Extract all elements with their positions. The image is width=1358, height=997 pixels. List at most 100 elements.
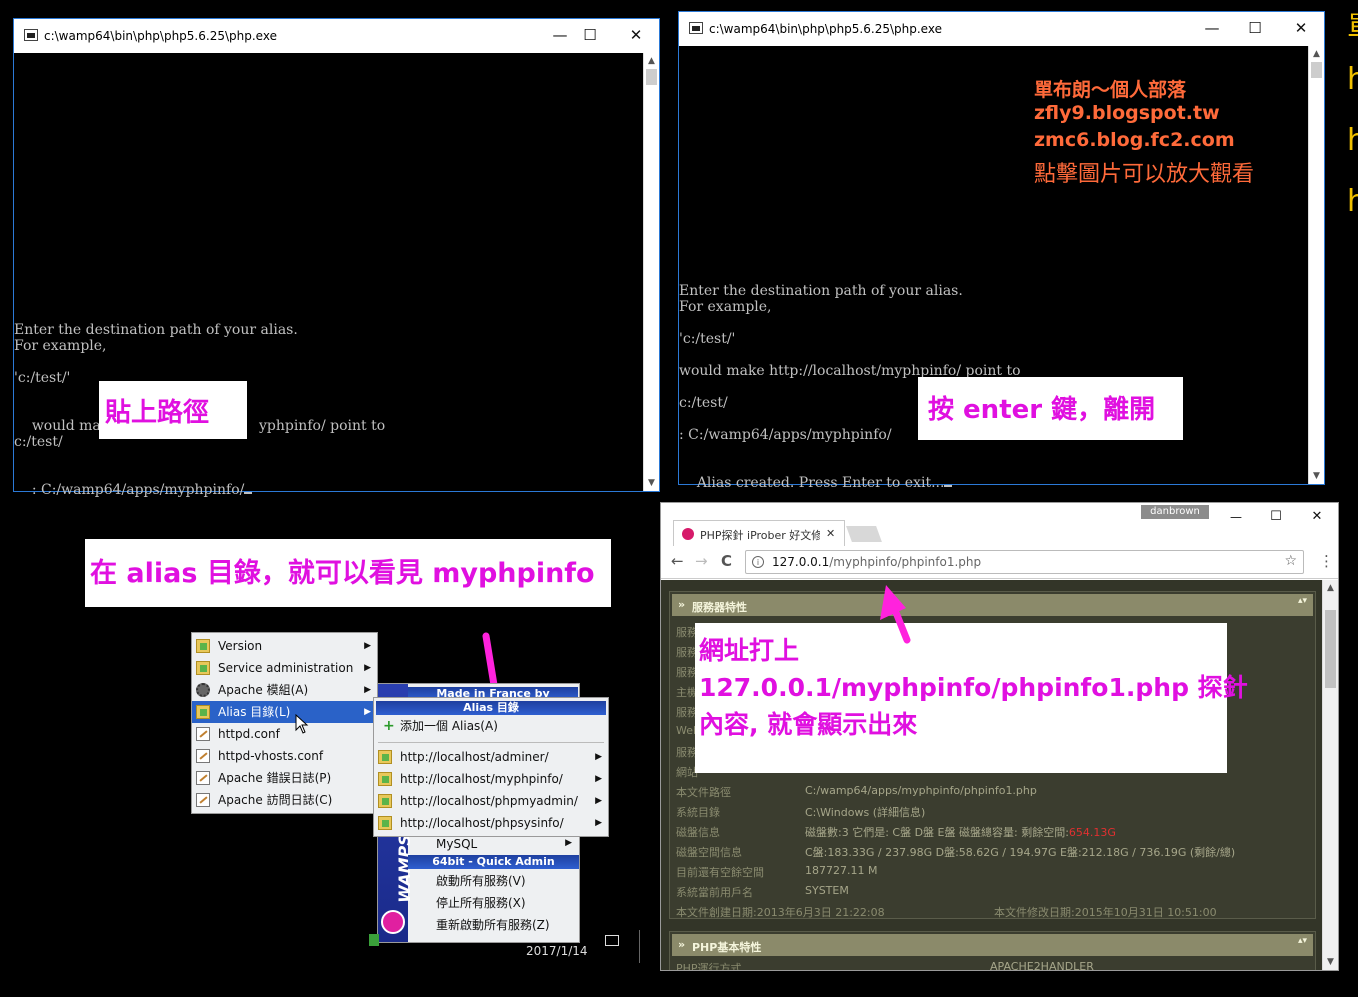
scroll-thumb[interactable] <box>646 69 657 85</box>
watermark-line: zfly9.blogspot.tw <box>1034 102 1220 124</box>
minimize-button[interactable]: — <box>545 25 575 45</box>
mouse-cursor-icon <box>295 714 309 734</box>
console-input-line[interactable]: Alias created. Press Enter to exit... <box>679 459 953 507</box>
close-button[interactable]: ✕ <box>1286 18 1316 38</box>
scroll-up-icon[interactable]: ▲ <box>644 56 659 66</box>
alias-item-phpsysinfo[interactable]: http://localhost/phpsysinfo/ ▶ <box>374 812 608 834</box>
back-button[interactable]: ← <box>671 552 684 570</box>
alias-item-myphpinfo[interactable]: http://localhost/myphpinfo/ ▶ <box>374 768 608 790</box>
watermark-line: zmc6.blog.fc2.com <box>1034 129 1235 151</box>
collapse-icon[interactable]: ▴▾ <box>1298 596 1307 606</box>
page-scrollbar[interactable]: ▲ ▼ <box>1322 580 1338 970</box>
menu-item-version[interactable]: Version ▶ <box>192 635 377 657</box>
menu-item-label: Apache 錯誤日誌(P) <box>218 771 332 785</box>
minimize-button[interactable]: — <box>1221 507 1251 527</box>
watermark-line: 點擊圖片可以放大觀看 <box>1034 162 1255 187</box>
label-text: 網址打上 <box>699 636 800 665</box>
console-scrollbar[interactable]: ▲ ▼ <box>1308 46 1324 484</box>
text-cursor <box>244 492 253 494</box>
url-path: /myphpinfo/phpinfo1.php <box>829 555 982 569</box>
alias-item-phpmyadmin[interactable]: http://localhost/phpmyadmin/ ▶ <box>374 790 608 812</box>
maximize-button[interactable]: ☐ <box>1240 18 1270 38</box>
row-key: 本文件路徑 <box>676 786 731 799</box>
submenu-arrow-icon: ▶ <box>595 818 602 828</box>
menu-item-label: httpd.conf <box>218 727 280 741</box>
tab-close-icon[interactable]: ✕ <box>826 527 835 540</box>
console-scrollbar[interactable]: ▲ ▼ <box>643 53 659 491</box>
row-value: C:/wamp64/apps/myphpinfo/phpinfo1.php <box>805 784 1037 797</box>
taskbar-fragment: 2017/1/14 <box>365 930 645 965</box>
row-key: 系統目錄 <box>676 806 720 819</box>
info-icon[interactable]: i <box>752 556 764 568</box>
submenu-arrow-icon: ▶ <box>364 685 371 695</box>
menu-item-apache-modules[interactable]: Apache 模組(A) ▶ <box>192 679 377 701</box>
reload-button[interactable]: C <box>721 552 732 570</box>
forward-button[interactable]: → <box>695 552 708 570</box>
edge-char: h <box>1347 62 1358 97</box>
menu-item-access-log[interactable]: Apache 訪問日誌(C) <box>192 789 377 811</box>
row-key: 目前還有空餘空間 <box>676 866 764 879</box>
menu-item[interactable]: 停止所有服務(X) <box>436 894 526 911</box>
console-titlebar[interactable]: c:\wamp64\bin\php\php5.6.25\php.exe — ☐ … <box>14 19 659 53</box>
row-value: APACHE2HANDLER <box>990 960 1094 970</box>
label-text: 內容, 就會顯示出來 <box>699 710 918 739</box>
console-input-line[interactable]: : C:/wamp64/apps/myphpinfo/ <box>14 466 253 514</box>
add-alias-item[interactable]: + 添加一個 Alias(A) <box>374 715 608 737</box>
row-value: C盤:183.33G / 237.98G D盤:58.62G / 194.97G… <box>805 846 1236 859</box>
scroll-up-icon[interactable]: ▲ <box>1309 49 1324 59</box>
scroll-up-icon[interactable]: ▲ <box>1323 583 1338 593</box>
edge-char: 單 <box>1347 3 1358 47</box>
collapse-icon[interactable]: ▴▾ <box>1298 936 1307 946</box>
maximize-button[interactable]: ☐ <box>575 25 605 45</box>
alias-item-adminer[interactable]: http://localhost/adminer/ ▶ <box>374 746 608 768</box>
browser-tab[interactable]: PHP探針 iProber 好文修 ✕ <box>673 520 845 546</box>
maximize-button[interactable]: ☐ <box>1261 507 1291 527</box>
tab-title: PHP探針 iProber 好文修 <box>700 529 820 542</box>
free-space-value: 654.13G <box>1068 826 1116 839</box>
scroll-down-icon[interactable]: ▼ <box>1323 957 1338 967</box>
row-value: 187727.11 M <box>805 864 878 877</box>
url-host: 127.0.0.1 <box>772 555 830 569</box>
plus-icon: + <box>383 718 395 734</box>
submenu-arrow-icon: ▶ <box>595 796 602 806</box>
folder-icon <box>378 794 392 808</box>
minimize-button[interactable]: — <box>1197 18 1227 38</box>
menu-item-error-log[interactable]: Apache 錯誤日誌(P) <box>192 767 377 789</box>
tray-icon[interactable] <box>369 934 379 946</box>
text-cursor <box>944 485 953 487</box>
document-icon <box>196 771 210 785</box>
submenu-arrow-icon: ▶ <box>364 707 371 717</box>
section-header[interactable]: » 服務器特性 ▴▾ <box>672 594 1313 616</box>
menu-item-httpd-conf[interactable]: httpd.conf <box>192 723 377 745</box>
scroll-down-icon[interactable]: ▼ <box>644 478 659 488</box>
scroll-down-icon[interactable]: ▼ <box>1309 471 1324 481</box>
row-value: SYSTEM <box>805 884 849 897</box>
taskbar-divider <box>639 930 640 963</box>
folder-icon <box>196 639 210 653</box>
new-tab-button[interactable] <box>846 526 882 542</box>
scroll-thumb[interactable] <box>1325 610 1336 688</box>
label-text: 貼上路徑 <box>105 398 210 428</box>
gear-icon <box>196 683 210 697</box>
browser-menu-icon[interactable]: ⋮ <box>1319 552 1334 570</box>
console-titlebar[interactable]: c:\wamp64\bin\php\php5.6.25\php.exe — ☐ … <box>679 12 1324 46</box>
menu-item-vhosts-conf[interactable]: httpd-vhosts.conf <box>192 745 377 767</box>
notification-icon[interactable] <box>605 935 619 946</box>
php-basic-panel: » PHP基本特性 ▴▾ PHP運行方式 APACHE2HANDLER <box>669 931 1316 970</box>
console-text: : C:/wamp64/apps/myphpinfo/ <box>31 482 245 498</box>
section-header[interactable]: » PHP基本特性 ▴▾ <box>672 934 1313 956</box>
console-icon <box>24 29 38 41</box>
close-button[interactable]: ✕ <box>1302 507 1332 527</box>
user-badge[interactable]: danbrown <box>1141 505 1209 519</box>
close-button[interactable]: ✕ <box>621 25 651 45</box>
address-bar[interactable]: i 127.0.0.1/myphpinfo/phpinfo1.php ☆ <box>745 550 1304 574</box>
menu-item-service-admin[interactable]: Service administration ▶ <box>192 657 377 679</box>
watermark-line: 單布朗〜個人部落 <box>1034 79 1187 101</box>
bookmark-star-icon[interactable]: ☆ <box>1284 553 1297 569</box>
menu-item[interactable]: 啟動所有服務(V) <box>436 872 526 889</box>
press-enter-label: 按 enter 鍵，離開 <box>918 377 1183 440</box>
scroll-thumb[interactable] <box>1311 62 1322 78</box>
menu-item-alias[interactable]: Alias 目錄(L) ▶ <box>192 701 377 723</box>
console-line: : C:/wamp64/apps/myphpinfo/ <box>679 427 892 443</box>
mysql-item[interactable]: MySQL ▶ <box>408 834 578 854</box>
